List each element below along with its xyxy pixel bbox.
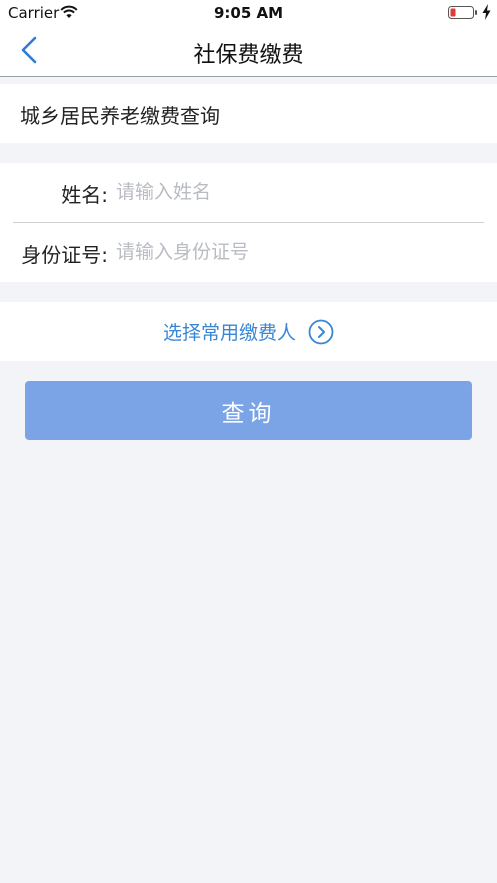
id-number-row: 身份证号: [0, 223, 497, 282]
charging-bolt-icon [482, 4, 491, 20]
battery-icon [448, 6, 477, 19]
name-label: 姓名: [61, 183, 108, 207]
id-number-input[interactable] [116, 235, 476, 269]
page-title: 社保费缴费 [193, 43, 304, 68]
name-input[interactable] [116, 175, 476, 209]
section-header: 城乡居民养老缴费查询 [0, 84, 497, 143]
nav-bar: 社保费缴费 [0, 26, 497, 77]
chevron-right-circle-icon [308, 319, 334, 344]
name-row: 姓名: [0, 163, 497, 223]
section-title: 城乡居民养老缴费查询 [20, 104, 220, 128]
status-time: 9:05 AM [213, 4, 284, 22]
id-number-label: 身份证号: [21, 243, 108, 267]
payer-form: 姓名: 身份证号: [0, 163, 497, 282]
select-common-payer-content: 选择常用缴费人 [0, 318, 497, 345]
query-button[interactable]: 查询 [25, 381, 472, 440]
status-bar: Carrier 9:05 AM [0, 0, 497, 26]
select-common-payer-button[interactable]: 选择常用缴费人 [0, 302, 497, 361]
select-common-payer-label: 选择常用缴费人 [162, 322, 296, 344]
